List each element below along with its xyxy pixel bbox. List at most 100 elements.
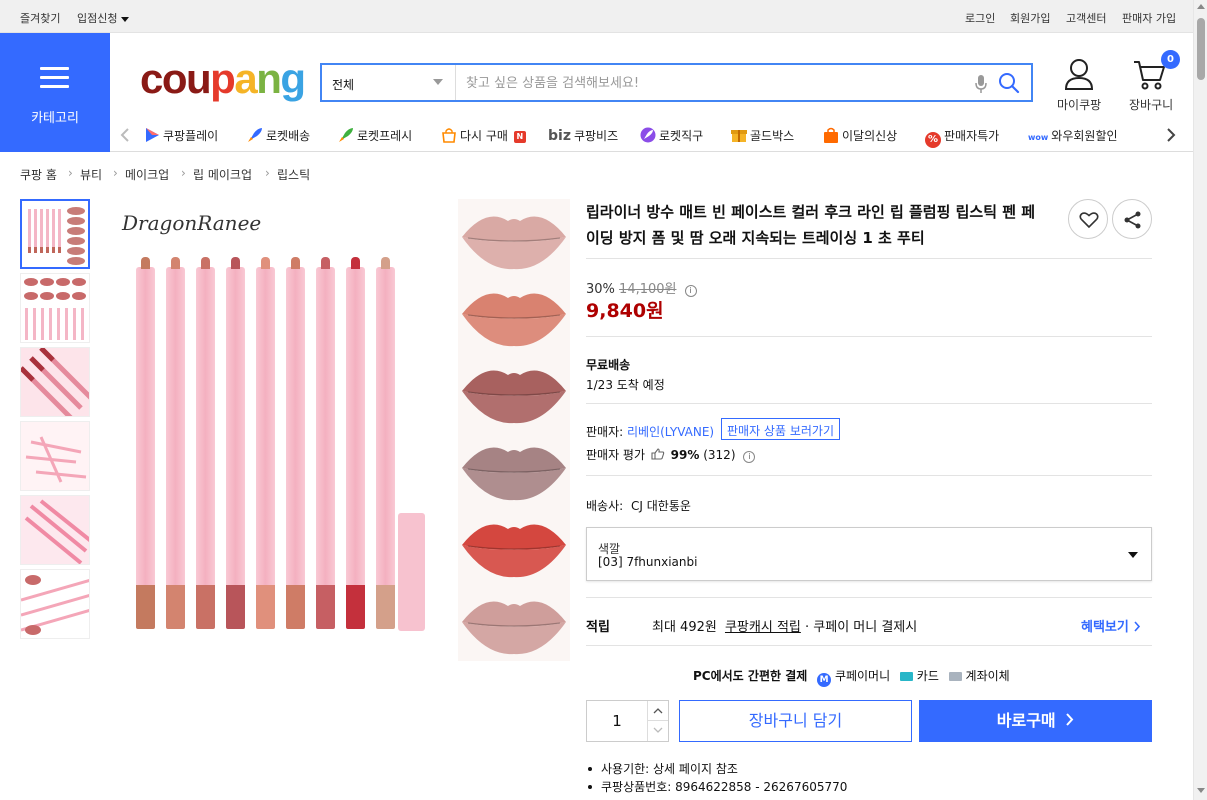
seller-name-link[interactable]: 리베인(LYVANE) <box>627 425 714 439</box>
lips-icon <box>462 447 566 501</box>
lips-icon <box>462 293 566 347</box>
cart-label[interactable]: 장바구니 <box>1129 96 1173 113</box>
play-icon <box>146 128 159 142</box>
bookmark-link[interactable]: 즐겨찾기 <box>20 10 60 26</box>
lip-swatch <box>458 430 570 507</box>
buy-now-button[interactable]: 바로구매 <box>919 700 1152 742</box>
pencil <box>286 257 305 629</box>
benefit-link[interactable]: 혜택보기 <box>1081 616 1141 635</box>
strip-item-rocketfresh[interactable]: 로켓프레시 <box>338 127 412 144</box>
seller-signup-link[interactable]: 판매자 가입 <box>1122 10 1176 26</box>
quantity-decrease-button[interactable] <box>647 721 668 741</box>
thumbnail-image <box>28 207 85 265</box>
mycoupang-label[interactable]: 마이쿠팡 <box>1057 96 1101 113</box>
chevron-down-icon <box>653 727 663 733</box>
logo-letter: o <box>161 55 188 102</box>
logo-letter: p <box>210 55 236 102</box>
pencil <box>196 257 215 629</box>
pencil-tip <box>201 257 210 269</box>
wishlist-button[interactable] <box>1068 199 1108 239</box>
search-scope-select[interactable]: 전체 <box>322 65 456 100</box>
coupang-cash-link[interactable]: 쿠팡캐시 적립 <box>725 620 801 635</box>
reward-amount: 최대 492원 <box>652 620 717 635</box>
pencil-end <box>136 585 155 629</box>
quantity-increase-button[interactable] <box>647 701 668 721</box>
chevron-up-icon <box>653 708 663 714</box>
pencil-tip <box>231 257 240 269</box>
search-input[interactable] <box>466 72 966 94</box>
divider <box>586 645 1152 646</box>
login-link[interactable]: 로그인 <box>965 10 995 26</box>
pay-method-coupay: 쿠페이머니 <box>834 669 891 683</box>
share-button[interactable] <box>1112 199 1152 239</box>
scroll-thumb[interactable] <box>1197 18 1205 80</box>
coupang-logo[interactable]: coupang <box>140 55 306 102</box>
strip-item-rocketjikgu[interactable]: 로켓직구 <box>640 127 703 144</box>
strip-item-label: 골드박스 <box>750 129 795 143</box>
add-to-cart-button[interactable]: 장바구니 담기 <box>679 700 912 742</box>
divider <box>586 475 1152 476</box>
pencil <box>166 257 185 629</box>
category-label: 카테고리 <box>31 111 79 126</box>
strip-item-rocket[interactable]: 로켓배송 <box>247 127 310 144</box>
info-icon[interactable]: i <box>684 285 697 297</box>
pencil <box>376 257 395 629</box>
breadcrumb-separator-icon: › <box>68 166 73 180</box>
logo-letter: a <box>234 55 257 102</box>
product-thumbnail[interactable] <box>20 199 90 269</box>
breadcrumb-item[interactable]: 메이크업 <box>125 166 169 183</box>
product-thumbnail[interactable] <box>20 569 90 639</box>
chevron-left-icon[interactable] <box>120 128 130 142</box>
strip-item-coupangbiz[interactable]: biz 쿠팡비즈 <box>548 127 618 144</box>
strip-item-goldbox[interactable]: 골드박스 <box>731 127 794 144</box>
voice-search-icon[interactable] <box>974 74 988 94</box>
logo-letter: g <box>280 55 306 102</box>
detail-expiry: 사용기한: 상세 페이지 참조 <box>601 762 738 776</box>
reward-label: 적립 <box>586 620 610 635</box>
discount-rate: 30% <box>586 282 615 297</box>
search-icon[interactable] <box>998 72 1020 94</box>
biz-icon: biz <box>548 128 571 144</box>
breadcrumb-item[interactable]: 뷰티 <box>80 166 102 183</box>
strip-item-newarrivals[interactable]: 이달의신상 <box>823 127 897 144</box>
breadcrumb-separator-icon: › <box>113 166 118 180</box>
rebuy-bag-icon <box>442 128 456 143</box>
breadcrumb-item[interactable]: 립 메이크업 <box>193 166 252 183</box>
support-link[interactable]: 고객센터 <box>1066 10 1106 26</box>
signup-link[interactable]: 회원가입 <box>1010 10 1050 26</box>
category-menu-button[interactable]: 카테고리 <box>0 33 110 152</box>
divider <box>586 336 1152 337</box>
product-thumbnail[interactable] <box>20 273 90 343</box>
color-option-select[interactable]: 색깔 [03] 7fhunxianbi <box>586 527 1152 581</box>
pencil <box>136 257 155 629</box>
info-icon[interactable]: i <box>743 451 756 463</box>
pc-payment-row: PC에서도 간편한 결제 M 쿠페이머니 카드 계좌이체 <box>693 667 1010 687</box>
lips-icon <box>462 524 566 578</box>
strip-item-rebuy[interactable]: 다시 구매 N <box>441 127 526 144</box>
chevron-right-icon[interactable] <box>1166 128 1176 142</box>
lip-swatch <box>458 199 570 276</box>
heart-icon <box>1079 212 1099 229</box>
strip-item-label: 와우회원할인 <box>1051 129 1118 143</box>
thumbnail-image <box>24 278 86 340</box>
page-scrollbar[interactable] <box>1193 0 1207 800</box>
scroll-down-arrow-icon[interactable] <box>1197 788 1205 793</box>
breadcrumb-item[interactable]: 쿠팡 홈 <box>20 166 57 183</box>
user-icon[interactable] <box>1064 58 1094 90</box>
lips-icon <box>462 601 566 655</box>
strip-item-wowdiscount[interactable]: wow 와우회원할인 <box>1028 127 1118 144</box>
partner-signup-link[interactable]: 입점신청 <box>77 10 130 26</box>
quantity-input[interactable] <box>587 701 647 741</box>
logo-letter: n <box>256 55 282 102</box>
arrival-estimate: 1/23 도착 예정 <box>586 378 665 392</box>
breadcrumb-item[interactable]: 립스틱 <box>277 166 310 183</box>
scroll-up-arrow-icon[interactable] <box>1197 4 1205 9</box>
strip-item-sellerdeals[interactable]: % 판매자특가 <box>925 127 999 148</box>
product-thumbnail[interactable] <box>20 347 90 417</box>
strip-item-coupangplay[interactable]: 쿠팡플레이 <box>144 127 218 144</box>
product-thumbnail[interactable] <box>20 495 90 565</box>
product-thumbnail[interactable] <box>20 421 90 491</box>
chevron-right-icon <box>1134 621 1141 632</box>
thumbs-up-icon <box>651 448 665 460</box>
seller-products-button[interactable]: 판매자 상품 보러가기 <box>721 418 840 440</box>
